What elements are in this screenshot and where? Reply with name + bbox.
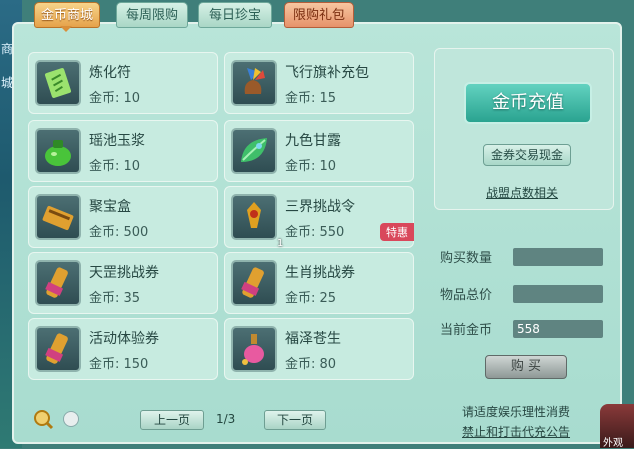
scroll-ticket-icon	[35, 260, 81, 306]
total-price-label: 物品总价	[440, 288, 493, 303]
tab-weekly-limit[interactable]: 每周限购	[116, 2, 188, 28]
item-name: 飞行旗补充包	[285, 65, 369, 81]
item-tiangang-ticket[interactable]: 天罡挑战券 金币: 35	[28, 252, 218, 314]
lianhuafu-icon	[35, 60, 81, 106]
quantity-field[interactable]	[513, 248, 603, 266]
current-gold-value: 558	[513, 320, 603, 338]
quantity-label: 购买数量	[440, 251, 493, 266]
item-name: 九色甘露	[285, 133, 341, 149]
special-offer-badge: 特惠	[380, 223, 414, 241]
item-flag-pack[interactable]: 飞行旗补充包 金币: 15	[224, 52, 414, 114]
tab-gold-mall[interactable]: 金币商城	[34, 2, 100, 28]
item-yaochi-yujiang[interactable]: 瑶池玉浆 金币: 10	[28, 120, 218, 182]
rational-spending-notice: 请适度娱乐理性消费	[462, 405, 571, 419]
leaf-dew-icon	[231, 128, 277, 174]
item-name: 活动体验券	[89, 331, 159, 347]
potion-bottle-icon	[231, 326, 277, 372]
item-shengxiao-ticket[interactable]: 生肖挑战券 金币: 25	[224, 252, 414, 314]
appearance-label: 外观	[603, 438, 623, 449]
search-icon[interactable]	[32, 408, 54, 430]
item-price: 金币: 10	[89, 159, 141, 174]
item-price: 金币: 80	[285, 357, 337, 372]
scroll-ticket-icon	[35, 326, 81, 372]
toggle-dot[interactable]	[63, 411, 79, 427]
item-lianhuafu[interactable]: 炼化符 金币: 10	[28, 52, 218, 114]
item-price: 金币: 10	[89, 91, 141, 106]
item-price: 金币: 15	[285, 91, 337, 106]
item-name: 三界挑战令	[285, 199, 355, 215]
jade-jar-icon	[35, 128, 81, 174]
current-gold-label: 当前金币	[440, 323, 493, 338]
item-name: 聚宝盒	[89, 199, 131, 215]
item-activity-ticket[interactable]: 活动体验券 金币: 150	[28, 318, 218, 380]
prev-page-button[interactable]: 上一页	[140, 410, 204, 430]
item-name: 福泽苍生	[285, 331, 341, 347]
item-name: 生肖挑战券	[285, 265, 355, 281]
page-indicator: 1/3	[216, 412, 236, 426]
item-name: 瑶池玉浆	[89, 133, 145, 149]
flag-pack-icon	[231, 60, 277, 106]
gold-recharge-button[interactable]: 金币充值	[464, 82, 592, 124]
item-price: 金币: 35	[89, 291, 141, 306]
item-name: 炼化符	[89, 65, 131, 81]
item-count: 1	[277, 238, 284, 249]
item-price: 金币: 10	[285, 159, 337, 174]
item-price: 金币: 25	[285, 291, 337, 306]
next-page-button[interactable]: 下一页	[264, 410, 326, 430]
item-price: 金币: 550	[285, 225, 345, 240]
tab-daily-treasure[interactable]: 每日珍宝	[198, 2, 272, 28]
treasure-box-icon	[35, 194, 81, 240]
active-tab-pointer	[60, 26, 72, 32]
tab-limited-gift[interactable]: 限购礼包	[284, 2, 354, 28]
item-sanjie-tiaozhanling[interactable]: 1 三界挑战令 金币: 550 特惠	[224, 186, 414, 249]
item-price: 金币: 500	[89, 225, 149, 240]
item-fuze-cangsheng[interactable]: 福泽苍生 金币: 80	[224, 318, 414, 380]
item-name: 天罡挑战券	[89, 265, 159, 281]
appearance-corner-icon[interactable]: 外观	[600, 404, 634, 449]
buy-button[interactable]: 购 买	[485, 355, 567, 379]
item-price: 金币: 150	[89, 357, 149, 372]
total-price-field	[513, 285, 603, 303]
item-jiuse-ganlu[interactable]: 九色甘露 金币: 10	[224, 120, 414, 182]
item-jubaohe[interactable]: 聚宝盒 金币: 500	[28, 186, 218, 248]
anti-proxy-notice-link[interactable]: 禁止和打击代充公告	[462, 423, 570, 440]
challenge-token-icon: 1	[231, 194, 283, 249]
alliance-points-link[interactable]: 战盟点数相关	[486, 184, 558, 201]
voucher-exchange-button[interactable]: 金券交易现金	[483, 144, 571, 166]
scroll-ticket-icon	[231, 260, 277, 306]
